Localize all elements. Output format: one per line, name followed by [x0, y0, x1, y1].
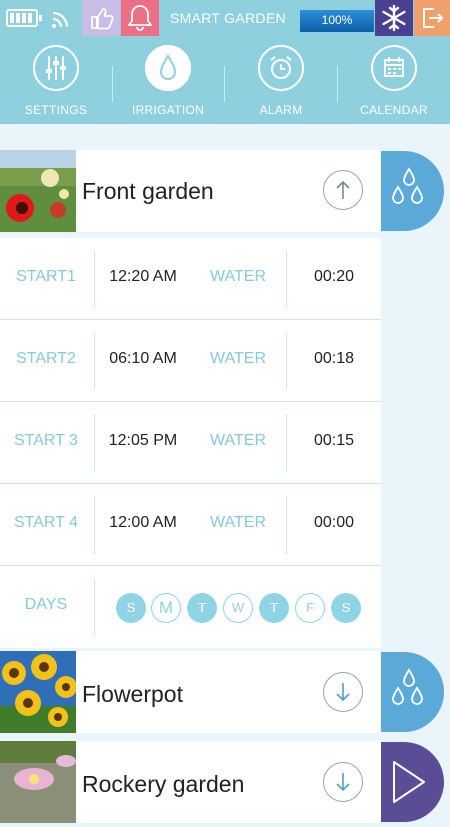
water-label: WATER	[210, 350, 266, 367]
arrow-down-icon	[336, 683, 350, 702]
schedule-row: START 4 12:00 AM WATER 00:00	[0, 484, 381, 566]
divider	[286, 332, 287, 390]
nav-calendar[interactable]: CALENDAR	[338, 36, 450, 124]
day-toggle[interactable]: S	[116, 593, 146, 623]
nav-alarm-label: ALARM	[259, 103, 303, 117]
schedule-row: START 3 12:05 PM WATER 00:15	[0, 402, 381, 484]
collapse-button[interactable]	[323, 170, 363, 210]
divider	[94, 414, 95, 472]
thumbs-up-icon	[91, 8, 114, 30]
logout-icon	[423, 8, 444, 28]
water-now-button[interactable]	[378, 151, 444, 231]
nav-irrigation[interactable]: IRRIGATION	[112, 36, 224, 124]
start-time[interactable]: 06:10 AM	[100, 350, 186, 368]
start-label: START2	[16, 350, 76, 367]
garden-thumbnail	[0, 150, 76, 232]
logout-button[interactable]	[414, 0, 450, 36]
water-duration[interactable]: 00:18	[296, 350, 372, 368]
water-now-button[interactable]	[378, 652, 444, 732]
water-drops-icon	[392, 668, 423, 705]
arrow-down-icon	[336, 773, 350, 792]
expand-button[interactable]	[323, 672, 363, 712]
play-button[interactable]	[378, 742, 444, 822]
schedule-panel: START1 12:20 AM WATER 00:20 START2 06:10…	[0, 238, 381, 648]
day-toggle[interactable]: F	[295, 593, 325, 623]
water-duration[interactable]: 00:15	[296, 432, 372, 450]
progress-label: 100%	[321, 13, 353, 27]
snowflake-icon	[382, 4, 406, 32]
start-time[interactable]: 12:05 PM	[100, 432, 186, 450]
water-drop-icon	[145, 45, 191, 91]
garden-thumbnail	[0, 741, 76, 823]
divider	[94, 496, 95, 554]
frost-button[interactable]	[375, 0, 413, 36]
divider	[286, 414, 287, 472]
arrow-up-icon	[336, 180, 350, 199]
garden-name: Rockery garden	[82, 771, 245, 797]
start-label: START1	[16, 268, 76, 285]
bell-icon	[128, 5, 152, 31]
start-label: START 4	[13, 514, 79, 531]
garden-card-rockery-garden[interactable]: Rockery garden	[0, 741, 381, 823]
status-bar: SMART GARDEN 100%	[0, 0, 450, 36]
divider	[94, 332, 95, 390]
water-duration[interactable]: 00:00	[296, 514, 372, 532]
divider	[94, 250, 95, 308]
nav-calendar-label: CALENDAR	[360, 103, 428, 117]
main-navigation: SETTINGS IRRIGATION ALARM CALENDAR	[0, 36, 450, 124]
notifications-button[interactable]	[121, 0, 159, 36]
day-toggle[interactable]: M	[151, 593, 181, 623]
expand-button[interactable]	[323, 762, 363, 802]
schedule-row: START1 12:20 AM WATER 00:20	[0, 238, 381, 320]
start-label: START 3	[13, 432, 79, 449]
water-duration[interactable]: 00:20	[296, 268, 372, 286]
day-toggle[interactable]: T	[187, 593, 217, 623]
water-label: WATER	[210, 268, 266, 285]
water-label: WATER	[210, 514, 266, 531]
garden-thumbnail	[0, 651, 76, 733]
calendar-icon	[371, 45, 417, 91]
water-label: WATER	[210, 432, 266, 449]
divider	[286, 250, 287, 308]
like-button[interactable]	[82, 0, 120, 36]
play-icon	[393, 761, 425, 803]
days-row: DAYS S M T W T F S	[0, 566, 381, 648]
progress-bar: 100%	[300, 10, 374, 32]
garden-card-front-garden[interactable]: Front garden	[0, 150, 381, 232]
wifi-icon	[52, 11, 69, 28]
nav-irrigation-label: IRRIGATION	[131, 103, 205, 117]
sliders-icon	[33, 45, 79, 91]
day-toggle[interactable]: W	[223, 593, 253, 623]
nav-settings-label: SETTINGS	[24, 103, 88, 117]
start-time[interactable]: 12:00 AM	[100, 514, 186, 532]
divider	[94, 578, 95, 636]
days-label: DAYS	[24, 596, 68, 613]
divider	[286, 496, 287, 554]
garden-name: Front garden	[82, 178, 214, 204]
app-title: SMART GARDEN	[170, 10, 286, 26]
garden-name: Flowerpot	[82, 681, 183, 707]
day-toggle[interactable]: S	[331, 593, 361, 623]
garden-card-flowerpot[interactable]: Flowerpot	[0, 651, 381, 733]
water-drops-icon	[392, 167, 423, 204]
nav-settings[interactable]: SETTINGS	[0, 36, 112, 124]
day-toggle[interactable]: T	[259, 593, 289, 623]
start-time[interactable]: 12:20 AM	[100, 268, 186, 286]
alarm-clock-icon	[258, 45, 304, 91]
nav-alarm[interactable]: ALARM	[225, 36, 337, 124]
battery-icon	[6, 9, 42, 27]
schedule-row: START2 06:10 AM WATER 00:18	[0, 320, 381, 402]
